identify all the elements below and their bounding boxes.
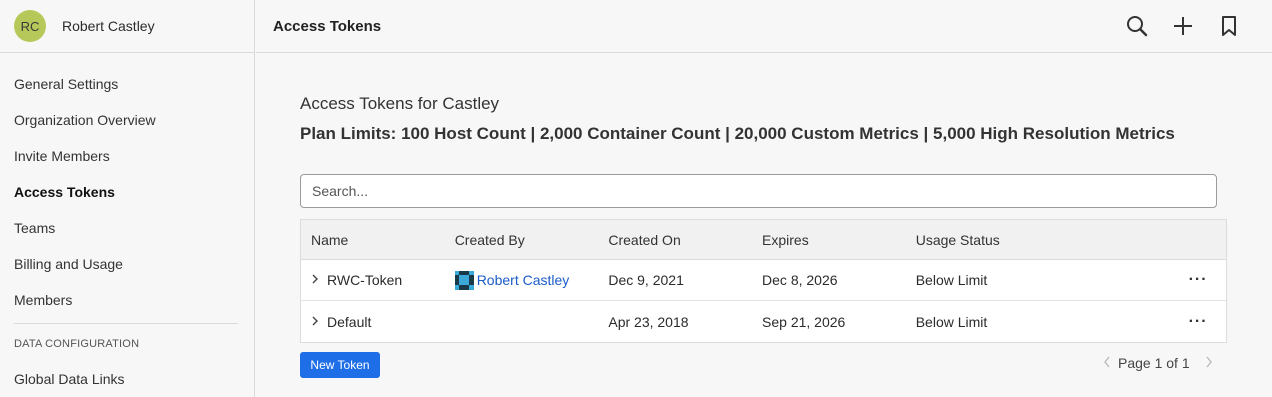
- token-name: RWC-Token: [327, 272, 403, 288]
- sidebar-item-general-settings[interactable]: General Settings: [0, 66, 254, 102]
- page-indicator: Page 1 of 1: [1118, 355, 1190, 371]
- usage-status: Below Limit: [915, 313, 988, 330]
- chevron-left-icon[interactable]: [1096, 355, 1118, 371]
- created-on: Dec 9, 2021: [608, 272, 684, 288]
- header-actions: [1114, 12, 1252, 40]
- sidebar: RC Robert Castley General Settings Organ…: [0, 0, 255, 397]
- more-options-icon[interactable]: ···: [1189, 313, 1208, 329]
- user-name[interactable]: Robert Castley: [62, 18, 155, 34]
- column-header-usage-status[interactable]: Usage Status: [916, 232, 1170, 248]
- token-name: Default: [327, 313, 372, 330]
- column-header-created-on[interactable]: Created On: [608, 232, 762, 248]
- column-header-name[interactable]: Name: [301, 232, 455, 248]
- plus-icon[interactable]: [1160, 12, 1206, 40]
- chevron-right-icon[interactable]: [311, 315, 327, 329]
- page-header: Access Tokens: [256, 0, 1272, 53]
- sidebar-section-data-configuration: DATA CONFIGURATION: [14, 338, 140, 350]
- sidebar-divider: [14, 323, 238, 324]
- tokens-table: Name Created By Created On Expires Usage…: [300, 219, 1227, 343]
- created-by-link[interactable]: Robert Castley: [477, 272, 570, 288]
- new-token-button[interactable]: New Token: [300, 352, 380, 378]
- avatar[interactable]: RC: [14, 10, 46, 42]
- search-icon[interactable]: [1114, 12, 1160, 40]
- usage-status: Below Limit: [915, 272, 988, 288]
- user-profile[interactable]: RC Robert Castley: [0, 0, 254, 53]
- more-options-icon[interactable]: ···: [1189, 272, 1208, 288]
- search-input[interactable]: [300, 174, 1217, 208]
- chevron-right-icon[interactable]: [311, 273, 327, 287]
- plan-limits: Plan Limits: 100 Host Count | 2,000 Cont…: [300, 124, 1175, 143]
- sidebar-item-global-data-links[interactable]: Global Data Links: [0, 361, 254, 397]
- user-avatar-icon: [454, 270, 474, 290]
- sidebar-item-billing-and-usage[interactable]: Billing and Usage: [0, 246, 254, 282]
- table-header: Name Created By Created On Expires Usage…: [301, 220, 1226, 260]
- sidebar-item-teams[interactable]: Teams: [0, 210, 254, 246]
- tokens-heading: Access Tokens for Castley: [300, 94, 500, 113]
- pagination: Page 1 of 1: [1096, 355, 1220, 371]
- expires: Sep 21, 2026: [762, 313, 846, 330]
- sidebar-item-members[interactable]: Members: [0, 282, 254, 318]
- expires: Dec 8, 2026: [762, 272, 838, 288]
- sidebar-item-invite-members[interactable]: Invite Members: [0, 138, 254, 174]
- column-header-expires[interactable]: Expires: [762, 232, 916, 248]
- bookmark-icon[interactable]: [1206, 12, 1252, 40]
- sidebar-item-access-tokens[interactable]: Access Tokens: [0, 174, 254, 210]
- created-on: Apr 23, 2018: [608, 313, 689, 330]
- sidebar-item-organization-overview[interactable]: Organization Overview: [0, 102, 254, 138]
- column-header-created-by[interactable]: Created By: [455, 232, 609, 248]
- page-title: Access Tokens: [273, 17, 382, 35]
- sidebar-nav: General Settings Organization Overview I…: [0, 53, 254, 397]
- table-row[interactable]: Default Apr 23, 2018 Sep 21, 2026 Below …: [301, 301, 1226, 342]
- chevron-right-icon[interactable]: [1198, 355, 1220, 371]
- table-row[interactable]: RWC-Token Robert Castley Dec 9, 2021 Dec…: [301, 260, 1226, 301]
